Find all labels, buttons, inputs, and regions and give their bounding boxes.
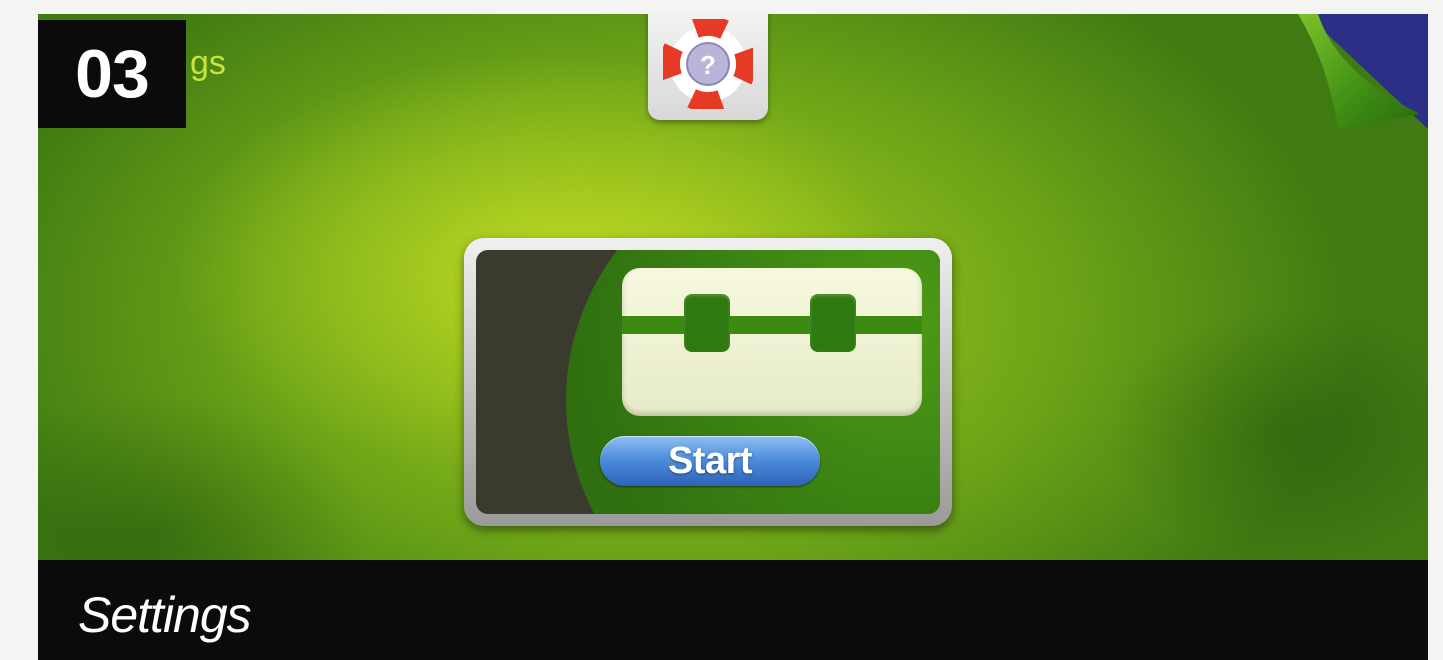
app-screen: 03 gs ? Start [38, 14, 1428, 560]
slider-handle-right[interactable] [810, 294, 856, 352]
settings-slider-card [622, 268, 922, 416]
screen-title-fragment: gs [190, 44, 226, 82]
tutorial-frame: 03 gs ? Start Settings [38, 14, 1428, 660]
slider-handle-left[interactable] [684, 294, 730, 352]
caption-title: Settings [78, 587, 252, 643]
slider-track [622, 316, 922, 334]
step-number-badge: 03 [38, 20, 186, 128]
caption-bar: Settings [38, 560, 1428, 660]
help-button[interactable]: ? [648, 14, 768, 120]
start-button[interactable]: Start [600, 436, 820, 486]
help-lifebuoy-icon: ? [663, 19, 753, 109]
svg-text:?: ? [700, 50, 716, 80]
settings-panel-inner: Start [476, 250, 940, 514]
page-curl-icon[interactable] [1298, 14, 1420, 129]
settings-panel: Start [464, 238, 952, 526]
